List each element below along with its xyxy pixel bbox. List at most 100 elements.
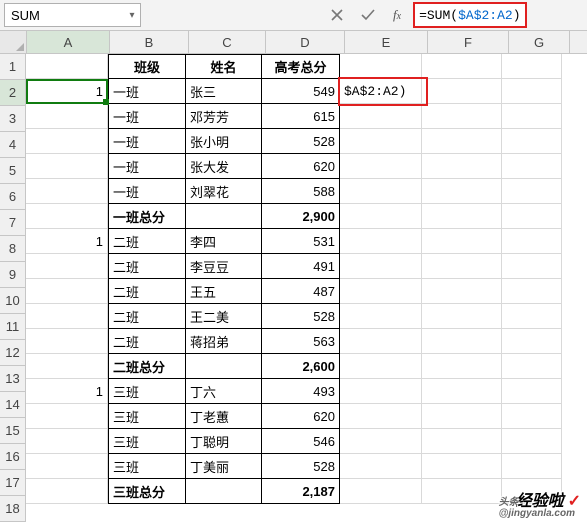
cell[interactable] xyxy=(340,254,422,279)
cell[interactable] xyxy=(340,404,422,429)
cell[interactable] xyxy=(26,129,108,154)
cell[interactable]: 姓名 xyxy=(186,54,262,79)
cell[interactable] xyxy=(422,354,502,379)
cell[interactable]: 邓芳芳 xyxy=(186,104,262,129)
cell[interactable] xyxy=(422,304,502,329)
cell[interactable]: 丁聪明 xyxy=(186,429,262,454)
cell[interactable]: 丁老蕙 xyxy=(186,404,262,429)
cell[interactable] xyxy=(502,404,562,429)
cell[interactable]: 一班 xyxy=(108,104,186,129)
cell[interactable]: 二班 xyxy=(108,304,186,329)
cell[interactable] xyxy=(422,454,502,479)
cell[interactable] xyxy=(26,204,108,229)
row-header-16[interactable]: 16 xyxy=(0,444,26,470)
cell[interactable] xyxy=(502,254,562,279)
cell[interactable] xyxy=(26,454,108,479)
cell[interactable]: 张三 xyxy=(186,79,262,104)
cancel-icon[interactable] xyxy=(331,9,343,21)
row-header-14[interactable]: 14 xyxy=(0,392,26,418)
cell[interactable]: 二班 xyxy=(108,329,186,354)
cell[interactable]: 二班总分 xyxy=(108,354,186,379)
row-header-10[interactable]: 10 xyxy=(0,288,26,314)
row-header-8[interactable]: 8 xyxy=(0,236,26,262)
cell[interactable] xyxy=(422,79,502,104)
cell[interactable]: 2,900 xyxy=(262,204,340,229)
row-header-2[interactable]: 2 xyxy=(0,80,26,106)
col-header-A[interactable]: A xyxy=(27,31,110,53)
cell[interactable]: 张大发 xyxy=(186,154,262,179)
cell[interactable] xyxy=(340,54,422,79)
row-header-18[interactable]: 18 xyxy=(0,496,26,522)
cell[interactable]: 三班 xyxy=(108,404,186,429)
cell[interactable] xyxy=(26,179,108,204)
cell[interactable]: 一班 xyxy=(108,154,186,179)
row-header-11[interactable]: 11 xyxy=(0,314,26,340)
cell[interactable] xyxy=(340,304,422,329)
cell[interactable]: 三班 xyxy=(108,429,186,454)
cell[interactable] xyxy=(26,104,108,129)
name-box[interactable]: SUM ▾ xyxy=(4,3,141,27)
row-header-4[interactable]: 4 xyxy=(0,132,26,158)
cell[interactable] xyxy=(502,304,562,329)
cell[interactable] xyxy=(340,229,422,254)
cell[interactable] xyxy=(422,104,502,129)
cell[interactable] xyxy=(502,204,562,229)
cell[interactable] xyxy=(422,279,502,304)
cell[interactable]: 王二美 xyxy=(186,304,262,329)
cell[interactable]: 一班 xyxy=(108,179,186,204)
cell[interactable]: 丁六 xyxy=(186,379,262,404)
cell[interactable]: 487 xyxy=(262,279,340,304)
cell[interactable] xyxy=(502,229,562,254)
cell[interactable]: 二班 xyxy=(108,254,186,279)
cell[interactable] xyxy=(340,379,422,404)
row-header-12[interactable]: 12 xyxy=(0,340,26,366)
cell[interactable]: $A$2:A2) xyxy=(340,79,422,104)
cell[interactable]: 王五 xyxy=(186,279,262,304)
cell[interactable] xyxy=(422,329,502,354)
cell[interactable]: 高考总分 xyxy=(262,54,340,79)
cell[interactable] xyxy=(340,179,422,204)
row-header-15[interactable]: 15 xyxy=(0,418,26,444)
cell[interactable] xyxy=(422,479,502,504)
cell[interactable] xyxy=(340,279,422,304)
cell[interactable] xyxy=(26,279,108,304)
cell[interactable] xyxy=(340,354,422,379)
cell[interactable] xyxy=(26,354,108,379)
cell[interactable] xyxy=(340,204,422,229)
cell[interactable] xyxy=(502,79,562,104)
fx-icon[interactable]: fx xyxy=(393,7,401,23)
cell[interactable] xyxy=(340,429,422,454)
cell[interactable] xyxy=(422,129,502,154)
cell[interactable] xyxy=(26,429,108,454)
cell[interactable] xyxy=(502,379,562,404)
cell[interactable] xyxy=(422,204,502,229)
cell[interactable]: 493 xyxy=(262,379,340,404)
cell[interactable] xyxy=(502,329,562,354)
confirm-icon[interactable] xyxy=(361,9,375,21)
select-all-corner[interactable] xyxy=(0,31,27,53)
cell[interactable]: 528 xyxy=(262,129,340,154)
cell[interactable]: 班级 xyxy=(108,54,186,79)
row-header-9[interactable]: 9 xyxy=(0,262,26,288)
cell[interactable]: 刘翠花 xyxy=(186,179,262,204)
cell[interactable] xyxy=(26,404,108,429)
cell[interactable]: 563 xyxy=(262,329,340,354)
cell[interactable] xyxy=(502,104,562,129)
cell[interactable] xyxy=(502,54,562,79)
cell[interactable] xyxy=(502,179,562,204)
cell[interactable] xyxy=(502,129,562,154)
col-header-C[interactable]: C xyxy=(189,31,266,53)
row-header-5[interactable]: 5 xyxy=(0,158,26,184)
cell[interactable] xyxy=(340,479,422,504)
cell[interactable] xyxy=(340,329,422,354)
cell[interactable] xyxy=(502,454,562,479)
cell[interactable]: 李四 xyxy=(186,229,262,254)
col-header-E[interactable]: E xyxy=(345,31,428,53)
row-header-3[interactable]: 3 xyxy=(0,106,26,132)
cell[interactable] xyxy=(422,229,502,254)
cell[interactable] xyxy=(340,454,422,479)
cell[interactable]: 二班 xyxy=(108,279,186,304)
cell[interactable] xyxy=(26,54,108,79)
cell[interactable]: 615 xyxy=(262,104,340,129)
cell[interactable] xyxy=(186,479,262,504)
